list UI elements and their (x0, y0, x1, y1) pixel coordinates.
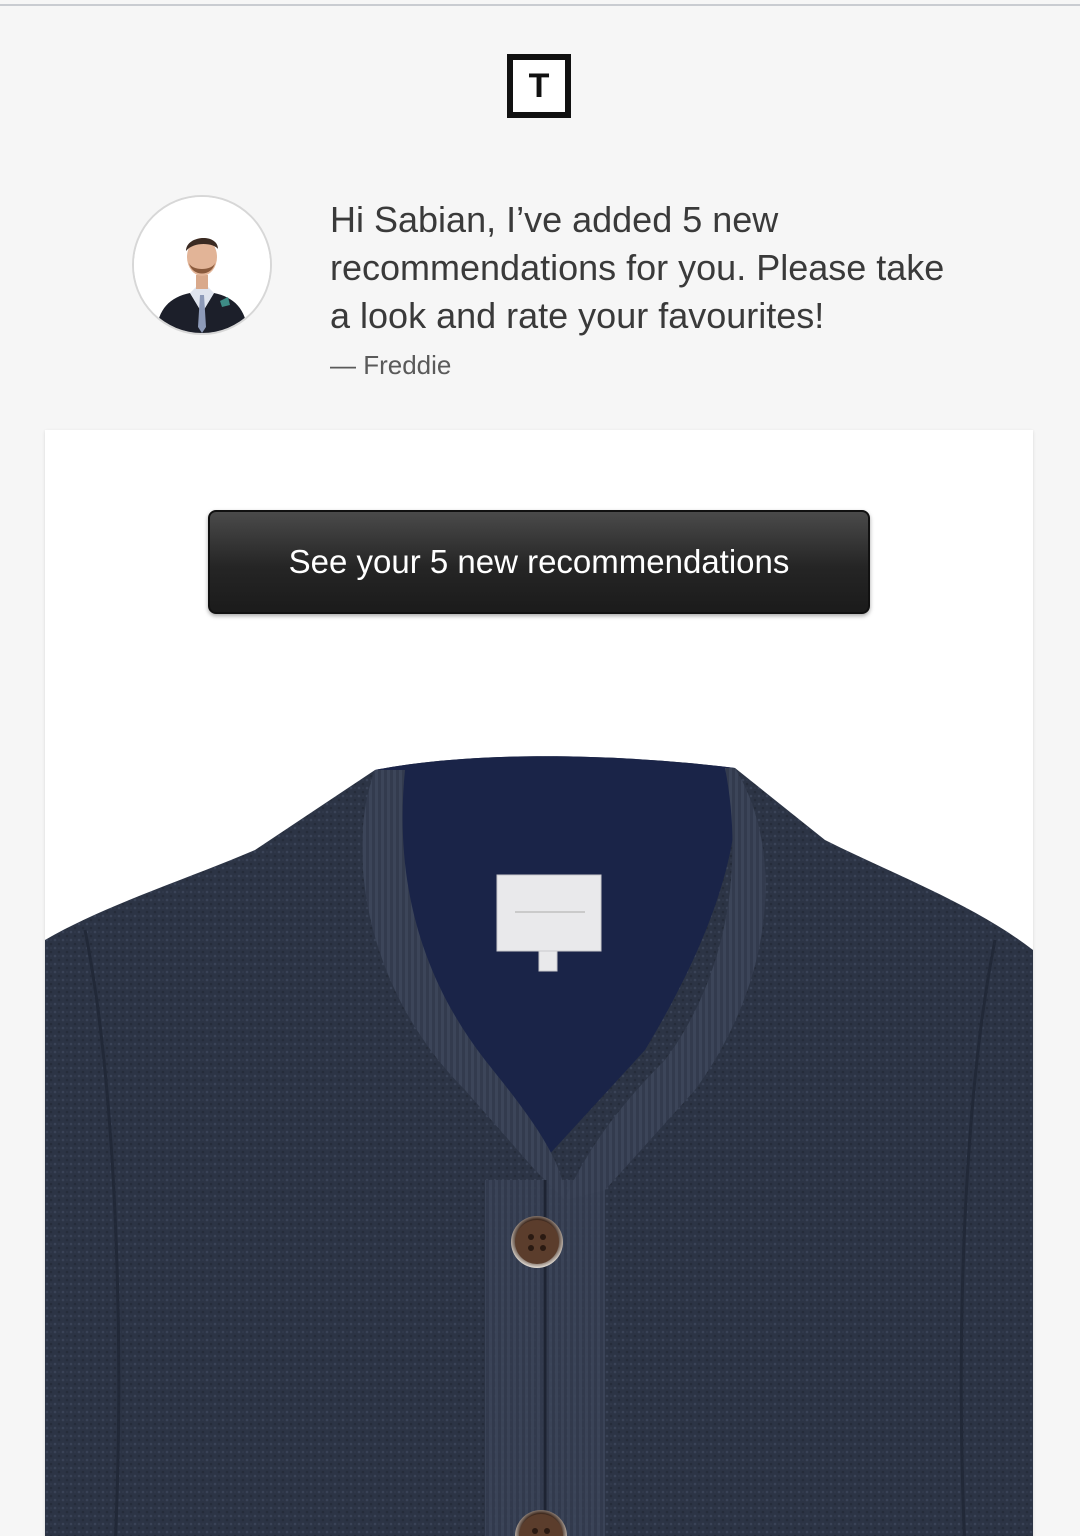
top-divider (0, 0, 1080, 6)
message-text: Hi Sabian, I’ve added 5 new recommendati… (330, 199, 945, 336)
see-recommendations-button[interactable]: See your 5 new recommendations (208, 510, 870, 614)
recommendation-card: See your 5 new recommendations (45, 430, 1033, 1536)
stylist-message: Hi Sabian, I’ve added 5 new recommendati… (330, 196, 970, 381)
cardigan-image-icon[interactable] (45, 730, 1033, 1536)
stylist-avatar (132, 195, 272, 335)
stylist-portrait-icon (134, 197, 270, 333)
email-page: T Hi Sabian, I’ve added 5 new recommenda… (0, 0, 1080, 1536)
brand-logo[interactable]: T (507, 54, 571, 118)
stylist-signature: — Freddie (330, 350, 452, 380)
